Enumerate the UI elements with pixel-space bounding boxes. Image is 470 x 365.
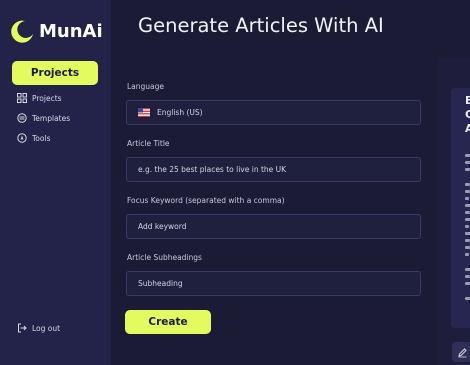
sidebar-item-label: Tools <box>32 133 51 143</box>
focus-keyword-input[interactable]: Add keyword <box>126 214 421 239</box>
subheading-placeholder: Subheading <box>138 279 183 288</box>
edit-button[interactable] <box>452 342 470 362</box>
compass-icon <box>17 133 27 143</box>
card-text-line <box>465 211 470 214</box>
logout-label: Log out <box>32 323 61 333</box>
card-text-line <box>465 239 470 242</box>
moon-logo-icon <box>11 20 33 43</box>
sidebar: MunAi Projects Projects Templates Tools <box>0 0 111 365</box>
card-text-line <box>465 275 470 278</box>
card-text-line <box>465 282 470 285</box>
language-label: Language <box>127 82 165 91</box>
card-text-line <box>465 204 470 207</box>
logout-icon <box>18 323 27 333</box>
language-value: English (US) <box>157 108 203 117</box>
card-text-line <box>465 246 470 249</box>
card-text-line <box>465 161 470 164</box>
card-text-line <box>465 232 470 235</box>
logout-link[interactable]: Log out <box>17 321 60 335</box>
sidebar-item-label: Projects <box>32 93 62 103</box>
card-text-line <box>465 268 470 271</box>
card-heading-letter: C <box>465 108 470 121</box>
language-select[interactable]: English (US) <box>126 100 421 125</box>
article-form: Language English (US) Article Title e.g.… <box>111 58 438 365</box>
sidebar-item-label: Templates <box>32 113 71 123</box>
sidebar-item-projects[interactable]: Projects <box>17 91 62 105</box>
sidebar-item-tools[interactable]: Tools <box>17 131 50 145</box>
page-header: Generate Articles With AI <box>111 0 470 58</box>
preview-panel: E C A <box>438 58 470 365</box>
card-text-line <box>465 183 470 186</box>
sidebar-item-templates[interactable]: Templates <box>17 111 70 125</box>
subheading-input[interactable]: Subheading <box>126 271 421 296</box>
card-text-line <box>465 154 470 157</box>
card-text-line <box>465 297 470 300</box>
article-title-label: Article Title <box>127 139 170 148</box>
card-text-line <box>465 168 470 171</box>
card-text-line <box>465 225 469 228</box>
pen-icon <box>457 347 467 357</box>
preview-card: E C A <box>451 88 470 328</box>
grid-icon <box>17 93 27 103</box>
page-title: Generate Articles With AI <box>138 14 384 37</box>
subheadings-label: Article Subheadings <box>127 253 202 262</box>
article-title-input[interactable]: e.g. the 25 best places to live in the U… <box>126 157 421 182</box>
article-title-placeholder: e.g. the 25 best places to live in the U… <box>138 165 287 174</box>
card-heading-letter: E <box>465 94 470 107</box>
projects-button[interactable]: Projects <box>12 61 98 85</box>
card-heading-letter: A <box>465 122 470 135</box>
template-icon <box>17 113 27 123</box>
card-text-line <box>465 190 470 193</box>
us-flag-icon <box>138 108 150 117</box>
logo[interactable]: MunAi <box>9 16 103 46</box>
card-text-line <box>465 218 470 221</box>
card-text-line <box>465 253 469 256</box>
brand-name: MunAi <box>39 20 103 42</box>
focus-keyword-label: Focus Keyword (separated with a comma) <box>127 196 285 205</box>
create-button[interactable]: Create <box>125 310 211 334</box>
focus-keyword-placeholder: Add keyword <box>138 222 187 231</box>
card-text-line <box>465 197 469 200</box>
